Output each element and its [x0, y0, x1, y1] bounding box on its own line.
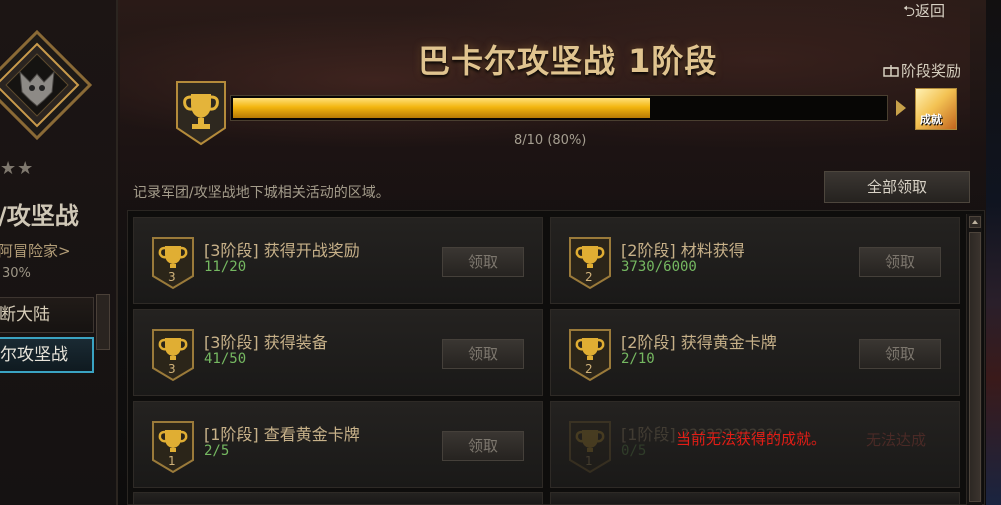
area-description: 记录军团/攻坚战地下城相关活动的区域。: [133, 185, 390, 201]
stage-number: 1: [168, 454, 176, 468]
sidebar-item-bakal-raid[interactable]: 尔攻坚战: [0, 337, 94, 373]
achievement-card: 1 [1阶段] ???????????? 0/5 当前无法获得的成就。 无法达成: [550, 401, 960, 488]
stage-progress-bar: [230, 95, 888, 121]
achievement-card-partial: [133, 492, 543, 505]
achievement-title: [1阶段] 查看黄金卡牌: [204, 425, 360, 444]
stage-reward-item[interactable]: 成就: [915, 88, 957, 130]
achievement-title: [2阶段] 获得黄金卡牌: [621, 333, 777, 352]
achievement-card: 2 [2阶段] 获得黄金卡牌 2/10 领取: [550, 309, 960, 396]
sidebar-item-continent[interactable]: 断大陆: [0, 297, 94, 333]
achievement-title: [3阶段] 获得开战奖励: [204, 241, 360, 260]
claim-button[interactable]: 领取: [442, 247, 524, 277]
page-title: 巴卡尔攻坚战 1阶段: [418, 42, 718, 80]
achievement-title: [2阶段] 材料获得: [621, 241, 745, 260]
trophy-badge-icon: [176, 81, 226, 146]
progress-arrow-icon: [896, 100, 906, 116]
sidebar-scrollbar[interactable]: [96, 294, 110, 350]
return-button[interactable]: ⮌返回: [903, 0, 945, 26]
return-arrow-icon: ⮌: [903, 2, 916, 20]
stage-reward-text: 阶段奖励: [901, 62, 962, 80]
stage-number: 2: [585, 362, 593, 376]
achievement-progress: 0/5: [621, 443, 647, 459]
achievement-progress: 11/20: [204, 259, 247, 275]
achievement-card: 1 [1阶段] 查看黄金卡牌 2/5 领取: [133, 401, 543, 488]
achievement-progress: 41/50: [204, 351, 247, 367]
achievement-window: ★★ /攻坚战 阿冒险家> 30% 断大陆 尔攻坚战 ⮌返回 巴卡尔攻坚战 1阶…: [0, 0, 1001, 505]
background-edge: [986, 0, 1001, 505]
stage-number: 3: [168, 362, 176, 376]
gift-icon: [883, 65, 899, 77]
completion-percent: 30%: [2, 266, 31, 281]
unachievable-tag: 无法达成: [866, 431, 927, 449]
achievement-card: 3 [3阶段] 获得装备 41/50 领取: [133, 309, 543, 396]
claim-button[interactable]: 领取: [442, 339, 524, 369]
stage-number: 1: [585, 454, 593, 468]
achievement-title: [3阶段] 获得装备: [204, 333, 328, 352]
achievement-progress: 2/10: [621, 351, 655, 367]
unavailable-message: 当前无法获得的成就。: [676, 430, 827, 448]
scroll-up-button[interactable]: [969, 216, 981, 228]
achievement-card: 2 [2阶段] 材料获得 3730/6000 领取: [550, 217, 960, 304]
rating-stars: ★★: [0, 158, 35, 179]
list-scrollbar[interactable]: [966, 214, 982, 505]
claim-button[interactable]: 领取: [859, 247, 941, 277]
achievement-card-partial: [550, 492, 960, 505]
dungeon-title: /攻坚战: [0, 202, 79, 230]
claim-button[interactable]: 领取: [442, 431, 524, 461]
reward-badge-text: 成就: [920, 113, 942, 126]
stage-reward-label: 阶段奖励: [883, 60, 961, 81]
claim-button[interactable]: 领取: [859, 339, 941, 369]
scroll-thumb[interactable]: [969, 232, 981, 502]
stage-number: 2: [585, 270, 593, 284]
stage-number: 3: [168, 270, 176, 284]
return-label: 返回: [915, 2, 946, 20]
difficulty-label: 阿冒险家>: [0, 242, 71, 260]
progress-text: 8/10 (80%): [514, 133, 587, 148]
achievement-progress: 2/5: [204, 443, 230, 459]
claim-all-button[interactable]: 全部领取: [824, 171, 970, 203]
stage-progress-fill: [233, 98, 651, 118]
left-panel: ★★ /攻坚战 阿冒险家> 30% 断大陆 尔攻坚战: [0, 0, 118, 505]
bakal-emblem-icon: [0, 30, 92, 140]
achievement-progress: 3730/6000: [621, 259, 697, 275]
achievement-card: 3 [3阶段] 获得开战奖励 11/20 领取: [133, 217, 543, 304]
